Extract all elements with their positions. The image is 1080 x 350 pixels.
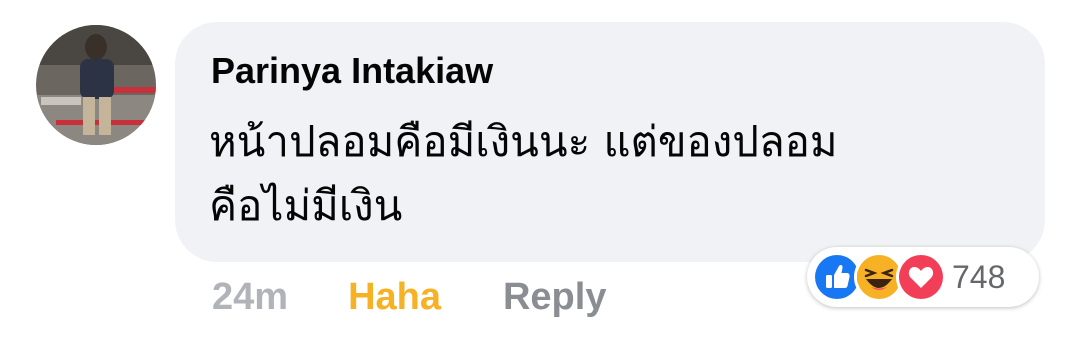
comment-author[interactable]: Parinya Intakiaw bbox=[211, 50, 493, 92]
comment-text-line: หน้าปลอมคือมีเงินนะ แต่ของปลอม bbox=[209, 117, 838, 166]
haha-reaction-button[interactable]: Haha bbox=[348, 276, 441, 319]
avatar-photo-icon bbox=[36, 25, 156, 145]
reaction-count: 748 bbox=[952, 258, 1006, 295]
avatar[interactable] bbox=[36, 25, 156, 145]
comment-row: Parinya Intakiaw หน้าปลอมคือมีเงินนะ แต่… bbox=[0, 0, 1080, 350]
comment-actions: 24m Haha Reply bbox=[212, 272, 606, 322]
comment-bubble: Parinya Intakiaw หน้าปลอมคือมีเงินนะ แต่… bbox=[175, 22, 1045, 262]
comment-text: หน้าปลอมคือมีเงินนะ แต่ของปลอม คือไม่มีเ… bbox=[209, 110, 1009, 238]
reply-button[interactable]: Reply bbox=[503, 276, 606, 319]
reaction-summary[interactable]: 748 bbox=[807, 247, 1039, 307]
love-icon bbox=[896, 252, 946, 302]
comment-text-line: คือไม่มีเงิน bbox=[209, 181, 403, 230]
comment-timestamp[interactable]: 24m bbox=[212, 276, 288, 319]
